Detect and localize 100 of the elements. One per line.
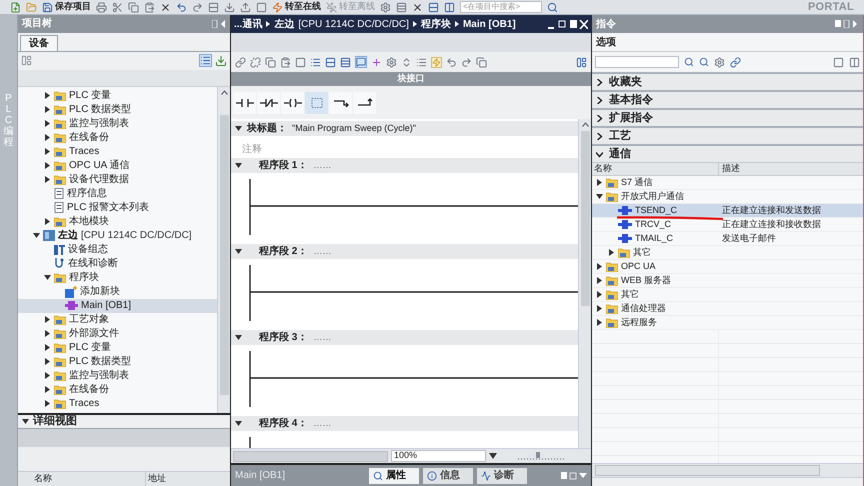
- collapsed-arrow-icon[interactable]: [44, 92, 50, 100]
- tree-item[interactable]: Traces: [18, 144, 217, 159]
- collapsed-arrow-icon[interactable]: [596, 291, 603, 298]
- search-down-icon[interactable]: [684, 57, 694, 67]
- tree-item[interactable]: Main [OB1]: [18, 298, 217, 313]
- close-branch-icon[interactable]: [353, 92, 376, 114]
- plus-icon[interactable]: [371, 56, 382, 68]
- split-vertical-icon[interactable]: [444, 2, 455, 12]
- vertical-scrollbar[interactable]: [217, 86, 230, 413]
- instruction-row[interactable]: 其它: [592, 288, 863, 302]
- expanded-arrow-icon[interactable]: [235, 420, 242, 427]
- accordion-section[interactable]: 基本指令: [592, 90, 863, 108]
- collapsed-arrow-icon[interactable]: [596, 263, 603, 270]
- panel-controls-icon[interactable]: [835, 20, 859, 28]
- copy-icon[interactable]: [265, 56, 276, 68]
- list-view-icon[interactable]: [199, 54, 212, 68]
- tree-item[interactable]: 设备组态: [18, 242, 217, 257]
- collapsed-arrow-icon[interactable]: [44, 134, 50, 142]
- collapsed-arrow-icon[interactable]: [596, 277, 603, 284]
- collapsed-arrow-icon[interactable]: [44, 162, 50, 170]
- instruction-row[interactable]: WEB 服务器: [592, 274, 863, 288]
- download-icon[interactable]: [224, 2, 235, 12]
- breadcrumb-item[interactable]: 程序块: [420, 16, 451, 32]
- nc-contact-icon[interactable]: [257, 92, 280, 114]
- redo-icon[interactable]: [192, 2, 203, 12]
- collapsed-arrow-icon[interactable]: [596, 319, 603, 326]
- paste-icon[interactable]: [144, 2, 155, 12]
- collapsed-arrow-icon[interactable]: [44, 148, 50, 156]
- details-header[interactable]: 详细视图: [18, 412, 230, 429]
- vertical-scrollbar[interactable]: [578, 119, 591, 448]
- collapsed-arrow-icon[interactable]: [44, 372, 50, 380]
- tree-item[interactable]: 设备代理数据: [18, 172, 217, 187]
- collapsed-arrow-icon[interactable]: [44, 120, 50, 128]
- comment-icon[interactable]: [355, 56, 367, 68]
- tree-item[interactable]: 程序块: [18, 270, 217, 285]
- tree-item[interactable]: 在线备份: [18, 130, 217, 145]
- tree-item[interactable]: PLC 数据类型: [18, 354, 217, 369]
- undo-icon[interactable]: [176, 2, 187, 12]
- network-header[interactable]: 程序段 4： ……: [231, 416, 578, 431]
- tree-item[interactable]: PLC 数据类型: [18, 102, 217, 117]
- tree-item[interactable]: 添加新块: [18, 284, 217, 299]
- expand-collapse-icon[interactable]: [401, 56, 412, 68]
- tree-item[interactable]: PLC 变量: [18, 340, 217, 355]
- accordion-section[interactable]: 收藏夹: [592, 72, 863, 90]
- square-icon[interactable]: [833, 56, 844, 68]
- close-icon[interactable]: [412, 2, 423, 12]
- expanded-arrow-icon[interactable]: [235, 334, 242, 341]
- collapsed-arrow-icon[interactable]: [44, 344, 50, 352]
- delete-icon[interactable]: [160, 2, 171, 12]
- collapsed-arrow-icon[interactable]: [608, 249, 615, 256]
- instruction-row[interactable]: S7 通信: [592, 176, 863, 190]
- instruction-row[interactable]: 远程服务: [592, 316, 863, 330]
- dropdown-arrow-icon[interactable]: [489, 453, 497, 459]
- zoom-slider-icon[interactable]: [518, 452, 566, 460]
- accordion-section[interactable]: 扩展指令: [592, 108, 863, 126]
- accordion-section[interactable]: 工艺: [592, 126, 863, 144]
- panel-tab[interactable]: 设备: [20, 34, 58, 51]
- expanded-arrow-icon[interactable]: [44, 274, 50, 282]
- list-icon[interactable]: [416, 56, 427, 68]
- collapsed-arrow-icon[interactable]: [596, 179, 603, 186]
- panel-icon[interactable]: [576, 56, 587, 68]
- expanded-arrow-icon[interactable]: [235, 162, 242, 169]
- open-branch-icon[interactable]: [329, 92, 352, 114]
- tree-item[interactable]: 左边 [CPU 1214C DC/DC/DC]: [18, 228, 217, 243]
- new-project-icon[interactable]: [10, 2, 21, 12]
- horizontal-scrollbar[interactable]: [595, 465, 820, 476]
- collapsed-arrow-icon[interactable]: [44, 316, 50, 324]
- tree-item[interactable]: 在线和诊断: [18, 256, 217, 271]
- collapsed-arrow-icon[interactable]: [44, 218, 50, 226]
- instruction-row[interactable]: OPC UA: [592, 260, 863, 274]
- scroll-up-icon[interactable]: [220, 90, 228, 95]
- link-icon[interactable]: [730, 56, 741, 68]
- tree-item[interactable]: Traces: [18, 396, 217, 411]
- tree-item[interactable]: 工艺对象: [18, 312, 217, 327]
- collapsed-arrow-icon[interactable]: [44, 386, 50, 394]
- collapsed-arrow-icon[interactable]: [596, 305, 603, 312]
- instruction-row[interactable]: TMAIL_C 发送电子邮件: [592, 232, 863, 246]
- save-project-button[interactable]: 保存项目: [42, 0, 91, 14]
- copy-icon[interactable]: [128, 2, 139, 12]
- collapsed-arrow-icon[interactable]: [44, 358, 50, 366]
- search-icon[interactable]: [547, 2, 558, 12]
- breadcrumb-item[interactable]: 左边: [274, 16, 294, 32]
- list-icon[interactable]: [310, 56, 321, 68]
- expanded-arrow-icon[interactable]: [22, 418, 29, 425]
- collapsed-arrow-icon[interactable]: [44, 176, 50, 184]
- collapsed-arrow-icon[interactable]: [44, 106, 50, 114]
- breadcrumb-item[interactable]: Main [OB1]: [462, 16, 516, 32]
- network-header[interactable]: 程序段 3： ……: [231, 330, 578, 345]
- search-up-icon[interactable]: [699, 57, 709, 67]
- square-icon[interactable]: [295, 56, 306, 68]
- tree-item[interactable]: PLC 报警文本列表: [18, 200, 217, 215]
- zoom-field[interactable]: 100%: [391, 450, 486, 462]
- inspector-tab[interactable]: 信息: [423, 468, 473, 484]
- ladder-rung[interactable]: [249, 351, 578, 407]
- gear-icon[interactable]: [714, 56, 725, 68]
- expanded-arrow-icon[interactable]: [235, 248, 242, 255]
- instruction-row[interactable]: TSEND_C 正在建立连接和发送数据: [592, 204, 863, 218]
- instruction-row[interactable]: 通信处理器: [592, 302, 863, 316]
- go-online-button[interactable]: 转至在线: [272, 0, 321, 14]
- coil-icon[interactable]: [281, 92, 304, 114]
